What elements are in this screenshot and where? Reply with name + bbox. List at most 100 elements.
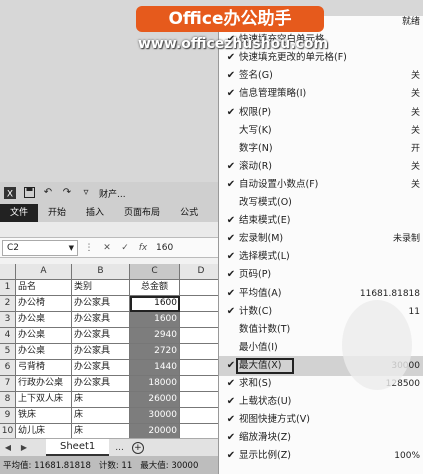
row-header[interactable]: 8	[0, 392, 16, 408]
check-icon: ✔	[226, 414, 236, 426]
table-row: 3 办公桌 办公家具 1600	[0, 312, 222, 328]
cell-a[interactable]: 办公桌	[16, 312, 72, 328]
menu-item-label: 求和(S)	[239, 378, 272, 389]
undo-icon[interactable]: ↶	[42, 187, 54, 199]
menu-item[interactable]: ✔ 签名(G) 关	[219, 66, 423, 86]
cell-c[interactable]: 26000	[130, 392, 180, 408]
menu-item[interactable]: ✔ 结束模式(E)	[219, 211, 423, 231]
cell-c[interactable]: 2940	[130, 328, 180, 344]
enter-icon[interactable]: ✓	[118, 243, 132, 253]
name-box[interactable]: C2 ▼	[2, 239, 78, 256]
status-bar[interactable]: 平均值: 11681.81818 计数: 11 最大值: 30000	[0, 456, 222, 474]
menu-item[interactable]: ✔ 显示比例(Z) 100%	[219, 446, 423, 466]
menu-item-value: 关	[410, 179, 420, 190]
row-header[interactable]: 6	[0, 360, 16, 376]
watermark-decoration	[342, 300, 412, 390]
tab-formulas[interactable]: 公式	[170, 204, 208, 222]
cell-d[interactable]	[180, 328, 222, 344]
sheet-tab-sheet1[interactable]: Sheet1	[46, 439, 110, 456]
status-average: 平均值: 11681.81818	[3, 461, 91, 471]
add-sheet-icon[interactable]: +	[131, 441, 144, 454]
column-header-d[interactable]: D	[180, 264, 222, 280]
menu-item[interactable]: 改写模式(O)	[219, 193, 423, 213]
cell-d[interactable]	[180, 408, 222, 424]
menu-item[interactable]: ✔ 上载状态(U)	[219, 392, 423, 412]
cell-b[interactable]: 办公家具	[72, 344, 130, 360]
fx-icon[interactable]: fx	[136, 243, 150, 253]
cell-d[interactable]	[180, 392, 222, 408]
select-all-corner[interactable]	[0, 264, 16, 280]
cell-a[interactable]: 行政办公桌	[16, 376, 72, 392]
cell-b[interactable]: 办公家具	[72, 296, 130, 312]
column-header-c[interactable]: C	[130, 264, 180, 280]
cell-a[interactable]: 铁床	[16, 408, 72, 424]
menu-item[interactable]: 大写(K) 关	[219, 121, 423, 141]
menu-item[interactable]: ✔ 滚动(R) 关	[219, 157, 423, 177]
cell-a[interactable]: 办公椅	[16, 296, 72, 312]
cell-a[interactable]: 弓背椅	[16, 360, 72, 376]
highlight-frame	[236, 357, 294, 374]
tab-home[interactable]: 开始	[38, 204, 76, 222]
menu-item[interactable]: ✔ 权限(P) 关	[219, 103, 423, 123]
tab-insert[interactable]: 插入	[76, 204, 114, 222]
column-header-a[interactable]: A	[16, 264, 72, 280]
menu-item-label: 视图快捷方式(V)	[239, 414, 310, 426]
cell-d[interactable]	[180, 344, 222, 360]
menu-item[interactable]: ✔ 页码(P)	[219, 265, 423, 285]
dropdown-icon[interactable]: ▼	[69, 241, 74, 255]
cell-d[interactable]	[180, 312, 222, 328]
column-header-b[interactable]: B	[72, 264, 130, 280]
check-icon: ✔	[226, 178, 236, 190]
sheet-prev-icon[interactable]: ◀	[0, 443, 16, 452]
cell-d[interactable]	[180, 360, 222, 376]
cell-a[interactable]: 品名	[16, 280, 72, 296]
menu-item[interactable]: ✔ 平均值(A) 11681.81818	[219, 284, 423, 304]
tab-file[interactable]: 文件	[0, 204, 39, 222]
row-header[interactable]: 3	[0, 312, 16, 328]
cell-b[interactable]: 办公家具	[72, 312, 130, 328]
cell-b[interactable]: 床	[72, 392, 130, 408]
save-icon[interactable]	[23, 187, 35, 199]
menu-item[interactable]: ✔ 视图快捷方式(V)	[219, 410, 423, 430]
cell-c[interactable]: 1440	[130, 360, 180, 376]
cell-d[interactable]	[180, 376, 222, 392]
redo-icon[interactable]: ↷	[61, 187, 73, 199]
menu-item[interactable]: ✔ 自动设置小数点(F) 关	[219, 175, 423, 195]
cell-b[interactable]: 办公家具	[72, 360, 130, 376]
row-header[interactable]: 7	[0, 376, 16, 392]
cell-c[interactable]: 30000	[130, 408, 180, 424]
more-icon[interactable]: ▿	[80, 187, 92, 199]
cell-d[interactable]	[180, 296, 222, 312]
cancel-icon[interactable]: ✕	[100, 243, 114, 253]
cell-a[interactable]: 办公桌	[16, 344, 72, 360]
menu-item[interactable]: ✔ 信息管理策略(I) 关	[219, 84, 423, 104]
menu-item[interactable]: 数字(N) 开	[219, 139, 423, 159]
cell-d[interactable]	[180, 280, 222, 296]
cell-c[interactable]: 2720	[130, 344, 180, 360]
sheet-more-button[interactable]: ...	[115, 443, 124, 453]
tab-page-layout[interactable]: 页面布局	[114, 204, 170, 222]
ribbon-tabs: 文件 开始 插入 页面布局 公式	[0, 204, 222, 222]
cell-c[interactable]: 18000	[130, 376, 180, 392]
menu-item[interactable]: ✔ 宏录制(M) 未录制	[219, 229, 423, 249]
menu-item[interactable]: ✔ 缩放滑块(Z)	[219, 428, 423, 448]
row-header[interactable]: 5	[0, 344, 16, 360]
cell-a[interactable]: 办公桌	[16, 328, 72, 344]
cell-c[interactable]: 1600	[130, 296, 180, 312]
cell-a[interactable]: 上下双人床	[16, 392, 72, 408]
status-count: 计数: 11	[98, 461, 133, 471]
menu-item[interactable]: ✔ 选择模式(L)	[219, 247, 423, 267]
row-header[interactable]: 4	[0, 328, 16, 344]
menu-item-value: 关	[410, 71, 420, 82]
cell-c[interactable]: 总金额	[130, 280, 180, 296]
row-header[interactable]: 2	[0, 296, 16, 312]
cell-b[interactable]: 办公家具	[72, 376, 130, 392]
sheet-next-icon[interactable]: ▶	[16, 443, 32, 452]
cell-b[interactable]: 床	[72, 408, 130, 424]
row-header[interactable]: 1	[0, 280, 16, 296]
cell-b[interactable]: 类别	[72, 280, 130, 296]
formula-input[interactable]: 160	[156, 243, 173, 253]
row-header[interactable]: 9	[0, 408, 16, 424]
cell-b[interactable]: 办公家具	[72, 328, 130, 344]
cell-c[interactable]: 1600	[130, 312, 180, 328]
